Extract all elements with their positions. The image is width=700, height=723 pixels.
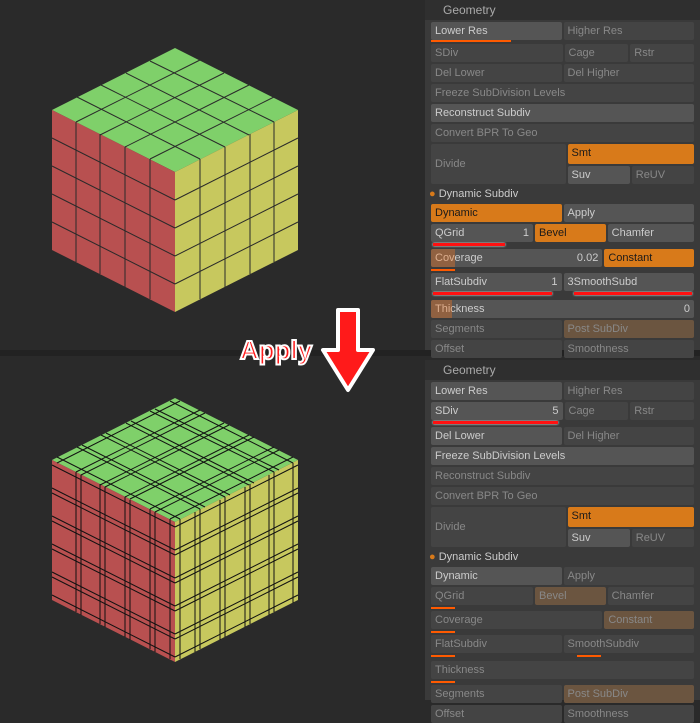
thickness-handle-icon — [431, 681, 455, 683]
freeze-subdiv-button[interactable]: Freeze SubDivision Levels — [431, 84, 694, 102]
dynamic-subdiv-label: Dynamic Subdiv — [439, 188, 518, 200]
chamfer-toggle[interactable]: Chamfer — [608, 587, 694, 605]
panel-header[interactable]: Geometry — [425, 0, 700, 20]
apply-label: Apply — [240, 335, 312, 366]
coverage-handle-icon — [431, 631, 455, 633]
smoothness-slider[interactable]: Smoothness — [564, 705, 695, 723]
lower-res-button[interactable]: Lower Res — [431, 382, 562, 400]
smoothsubdiv-label: SmoothSubd — [574, 276, 638, 288]
smoothsubdiv-slider[interactable]: SmoothSubdiv — [564, 635, 695, 653]
constant-toggle[interactable]: Constant — [604, 611, 694, 629]
chamfer-toggle[interactable]: Chamfer — [608, 224, 694, 242]
qgrid-highlight-icon — [433, 243, 505, 246]
del-higher-button[interactable]: Del Higher — [564, 64, 695, 82]
qgrid-slider[interactable]: QGrid — [431, 587, 533, 605]
reconstruct-subdiv-button[interactable]: Reconstruct Subdiv — [431, 467, 694, 485]
smooth-handle-icon — [577, 655, 601, 657]
reconstruct-subdiv-button[interactable]: Reconstruct Subdiv — [431, 104, 694, 122]
viewport-after — [0, 350, 425, 700]
smt-toggle[interactable]: Smt — [568, 144, 695, 164]
apply-button[interactable]: Apply — [564, 204, 695, 222]
post-subdiv-toggle[interactable]: Post SubDiv — [564, 685, 695, 703]
coverage-slider[interactable]: Coverage 0.02 — [431, 249, 602, 267]
coverage-handle-icon — [431, 269, 455, 271]
sdiv-slider[interactable]: SDiv — [431, 44, 563, 62]
rstr-button[interactable]: Rstr — [630, 402, 694, 420]
qgrid-slider[interactable]: QGrid 1 — [431, 224, 533, 242]
constant-toggle[interactable]: Constant — [604, 249, 694, 267]
flatsubdiv-slider[interactable]: FlatSubdiv 1 — [431, 273, 562, 291]
geometry-panel-after: Geometry Lower Res Higher Res SDiv 5 Cag… — [425, 360, 700, 700]
higher-res-button[interactable]: Higher Res — [564, 382, 695, 400]
apply-arrow: Apply — [240, 305, 420, 395]
segments-slider[interactable]: Segments — [431, 320, 562, 338]
cage-button[interactable]: Cage — [565, 402, 629, 420]
bevel-toggle[interactable]: Bevel — [535, 587, 606, 605]
smoothsubdiv-slider[interactable]: 3 SmoothSubd — [564, 273, 695, 291]
dynamic-subdiv-section[interactable]: ● Dynamic Subdiv — [425, 186, 700, 202]
del-lower-button[interactable]: Del Lower — [431, 64, 562, 82]
divide-button[interactable]: Divide — [431, 507, 566, 547]
sdiv-slider[interactable]: SDiv 5 — [431, 402, 563, 420]
smt-toggle[interactable]: Smt — [568, 507, 695, 527]
smooth-highlight-icon — [574, 292, 693, 295]
bevel-toggle[interactable]: Bevel — [535, 224, 606, 242]
offset-slider[interactable]: Offset — [431, 340, 562, 358]
dynamic-toggle[interactable]: Dynamic — [431, 204, 562, 222]
smoothness-slider[interactable]: Smoothness — [564, 340, 695, 358]
convert-bpr-button[interactable]: Convert BPR To Geo — [431, 487, 694, 505]
reuv-button[interactable]: ReUV — [632, 529, 694, 547]
rstr-button[interactable]: Rstr — [630, 44, 694, 62]
flatsubdiv-label: FlatSubdiv — [435, 276, 487, 288]
sdiv-value: 5 — [552, 402, 558, 420]
del-higher-button[interactable]: Del Higher — [564, 427, 695, 445]
divide-button[interactable]: Divide — [431, 144, 566, 184]
dynamic-subdiv-label: Dynamic Subdiv — [439, 551, 518, 563]
convert-bpr-button[interactable]: Convert BPR To Geo — [431, 124, 694, 142]
dynamic-subdiv-section[interactable]: ● Dynamic Subdiv — [425, 549, 700, 565]
cube-before — [30, 40, 320, 323]
suv-toggle[interactable]: Suv — [568, 166, 630, 184]
post-subdiv-toggle[interactable]: Post SubDiv — [564, 320, 695, 338]
thickness-slider[interactable]: Thickness 0 — [431, 300, 694, 318]
flat-handle-icon — [431, 655, 455, 657]
dynamic-toggle[interactable]: Dynamic — [431, 567, 562, 585]
arrow-down-icon — [318, 305, 378, 395]
del-lower-button[interactable]: Del Lower — [431, 427, 562, 445]
cube-after — [30, 390, 320, 673]
coverage-value: 0.02 — [577, 249, 598, 267]
thickness-slider[interactable]: Thickness — [431, 661, 694, 679]
qgrid-label: QGrid — [435, 227, 464, 239]
lower-res-button[interactable]: Lower Res — [431, 22, 562, 40]
viewport-before — [0, 0, 425, 350]
qgrid-value: 1 — [523, 224, 529, 242]
lower-res-underline-icon — [431, 40, 511, 42]
coverage-slider[interactable]: Coverage — [431, 611, 602, 629]
sdiv-highlight-icon — [433, 421, 558, 424]
higher-res-button[interactable]: Higher Res — [564, 22, 695, 40]
apply-button[interactable]: Apply — [564, 567, 695, 585]
cage-button[interactable]: Cage — [565, 44, 629, 62]
suv-toggle[interactable]: Suv — [568, 529, 630, 547]
flatsubdiv-value: 1 — [551, 273, 557, 291]
thickness-value: 0 — [684, 300, 690, 318]
flatsubdiv-slider[interactable]: FlatSubdiv — [431, 635, 562, 653]
reuv-button[interactable]: ReUV — [632, 166, 694, 184]
freeze-subdiv-button[interactable]: Freeze SubDivision Levels — [431, 447, 694, 465]
qgrid-handle-icon — [431, 607, 455, 609]
geometry-panel-before: Geometry Lower Res Higher Res SDiv Cage … — [425, 0, 700, 350]
offset-slider[interactable]: Offset — [431, 705, 562, 723]
segments-slider[interactable]: Segments — [431, 685, 562, 703]
flat-highlight-icon — [433, 292, 552, 295]
panel-header[interactable]: Geometry — [425, 360, 700, 380]
sdiv-label: SDiv — [435, 405, 458, 417]
